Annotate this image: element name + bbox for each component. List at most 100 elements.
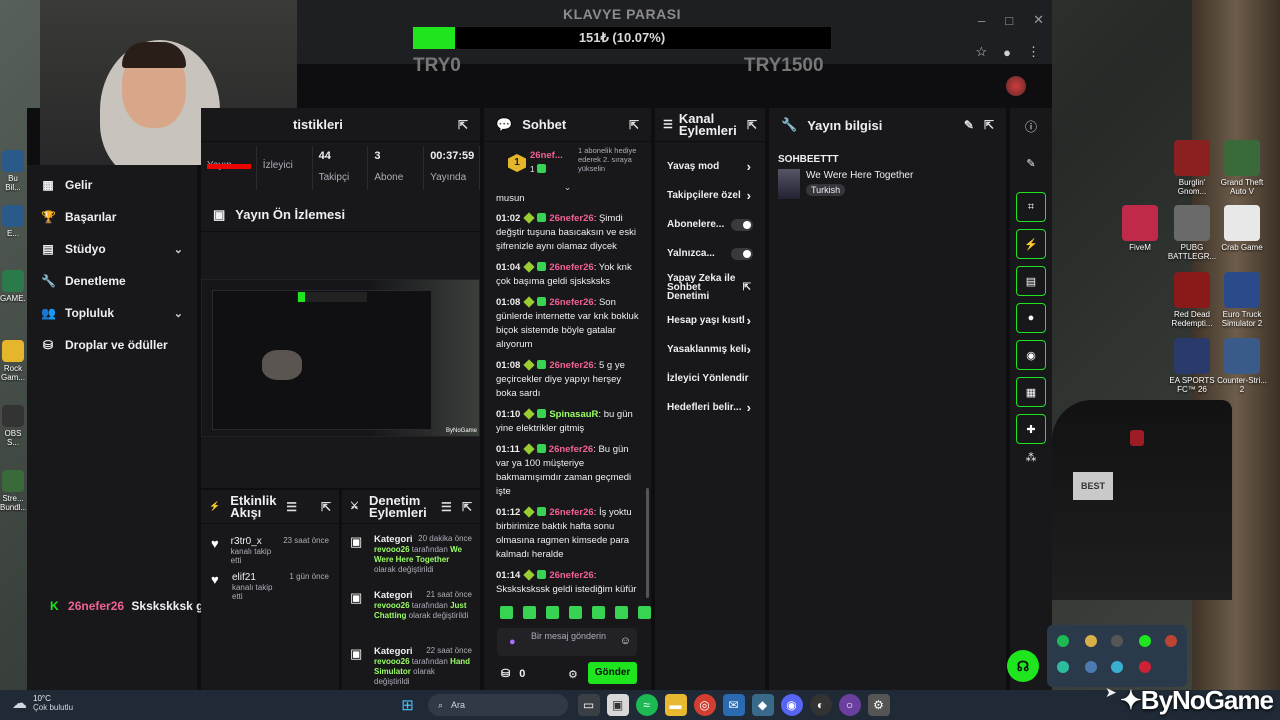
app-icon[interactable]: ◆: [751, 694, 774, 716]
support-headset-icon[interactable]: ☊: [1007, 650, 1039, 682]
users-icon[interactable]: ⁂: [1010, 451, 1052, 464]
message-user[interactable]: 26nefer26: [549, 507, 593, 518]
desktop-shortcut[interactable]: PUBG BATTLEGR...: [1164, 205, 1220, 261]
send-button[interactable]: Gönder: [588, 662, 637, 684]
spotify-icon[interactable]: ≈: [635, 694, 658, 716]
tag-pill[interactable]: Turkish: [806, 184, 846, 196]
discord-icon[interactable]: ◉: [780, 694, 803, 716]
emote-icon[interactable]: [592, 606, 605, 619]
chat-message[interactable]: 01:14 26nefer26: Skskskskssk geldi istedi…: [496, 569, 643, 597]
channel-action-item[interactable]: Yavaş mod ›: [655, 152, 765, 181]
info-icon[interactable]: ⓘ: [1010, 118, 1052, 135]
chat-message[interactable]: 01:08 26nefer26: Son günlerde internette …: [496, 296, 643, 352]
chrome-icon[interactable]: ◎: [693, 694, 716, 716]
app-tray-icon[interactable]: [1165, 635, 1177, 647]
popout-icon[interactable]: ⇱: [747, 118, 757, 132]
emote-icon[interactable]: [638, 606, 651, 619]
desktop-shortcut[interactable]: Stre... Bundl...: [0, 470, 26, 512]
channel-action-item[interactable]: Yalnızca...: [655, 239, 765, 268]
app-tray-icon[interactable]: [1057, 661, 1069, 673]
close-icon[interactable]: ✕: [1033, 12, 1044, 28]
chat-message[interactable]: 01:08 26nefer26: 5 g ye geçircekler diye …: [496, 359, 643, 401]
channel-points[interactable]: ⛁ 0: [501, 667, 525, 680]
chat-message[interactable]: 01:10 SpinasauR: bu gün yine elektrikler …: [496, 408, 643, 436]
mail-icon[interactable]: ✉: [722, 694, 745, 716]
broadcast-icon[interactable]: ◉: [1016, 340, 1046, 370]
wrench-icon[interactable]: ✚: [1016, 414, 1046, 444]
emote-icon[interactable]: [615, 606, 628, 619]
desktop-shortcut[interactable]: Bu Bil...: [0, 150, 26, 192]
settings-icon[interactable]: ⚙: [867, 694, 890, 716]
message-user[interactable]: 26nefer26: [549, 297, 593, 308]
popout-icon[interactable]: ⇱: [321, 500, 331, 514]
chevron-down-icon[interactable]: ⌄: [174, 307, 183, 320]
desktop-shortcut[interactable]: GAME...: [0, 270, 26, 303]
clip-icon[interactable]: ⌗: [1016, 192, 1046, 222]
message-user[interactable]: SpinasauR: [549, 409, 598, 420]
message-user[interactable]: 26nefer26: [549, 360, 593, 371]
desktop-shortcut[interactable]: Crab Game: [1214, 205, 1270, 252]
sidebar-item-denetleme[interactable]: 🔧 Denetleme: [27, 265, 197, 297]
message-user[interactable]: 26nefer26: [549, 570, 593, 581]
chevron-down-icon[interactable]: ⌄: [174, 243, 183, 256]
edit-icon[interactable]: ✎: [1010, 157, 1052, 170]
mod-action-item[interactable]: ▣ Kategori 21 saat önce revooo26 tarafından…: [342, 586, 480, 642]
maximize-icon[interactable]: □: [1005, 13, 1013, 28]
emote-icon[interactable]: [569, 606, 582, 619]
taskview-icon[interactable]: ▭: [577, 694, 600, 716]
sidebar-item-stüdyo[interactable]: ▤ Stüdyo ⌄: [27, 233, 197, 265]
emoji-icon[interactable]: ☺: [620, 635, 631, 647]
folder-icon[interactable]: ▬: [664, 694, 687, 716]
filter-icon[interactable]: ☰: [286, 500, 297, 514]
sidebar-item-başarılar[interactable]: 🏆 Başarılar: [27, 201, 197, 233]
minimize-icon[interactable]: –: [978, 13, 985, 28]
mod-action-item[interactable]: ▣ Kategori 20 dakika önce revooo26 tarafınd…: [342, 530, 480, 586]
stream-preview-video[interactable]: ByNoGame: [201, 279, 480, 437]
lightning-icon[interactable]: ⚡: [1016, 229, 1046, 259]
desktop-shortcut[interactable]: Counter-Stri... 2: [1214, 338, 1270, 394]
app-tray-icon[interactable]: [1111, 635, 1123, 647]
menu-dots-icon[interactable]: ⋮: [1027, 44, 1040, 60]
settings-gear-icon[interactable]: ⚙: [568, 668, 578, 681]
category-name[interactable]: We Were Here Together: [806, 170, 913, 181]
popout-icon[interactable]: ⇱: [984, 118, 994, 132]
toggle-switch[interactable]: [731, 218, 753, 231]
desktop-shortcut[interactable]: E...: [0, 205, 26, 238]
mic-icon[interactable]: ●: [509, 636, 516, 648]
desktop-shortcut[interactable]: Rock Gam...: [0, 340, 26, 382]
app-icon[interactable]: ◐: [809, 694, 832, 716]
desktop-shortcut[interactable]: OBS S...: [0, 405, 26, 447]
steam-tray-icon[interactable]: [1085, 661, 1097, 673]
emote-icon[interactable]: [500, 606, 513, 619]
filter-icon[interactable]: ☰: [441, 500, 452, 514]
message-user[interactable]: 26nefer26: [549, 444, 593, 455]
bookmark-star-icon[interactable]: ☆: [975, 44, 987, 60]
app-tray-icon[interactable]: [1139, 635, 1151, 647]
sidebar-item-gelir[interactable]: ▦ Gelir: [27, 169, 197, 201]
windows-start-icon[interactable]: ⊞: [397, 694, 419, 716]
message-user[interactable]: 26nefer26: [549, 262, 593, 273]
weather-widget[interactable]: ☁ 10°C Çok bulutlu: [12, 694, 73, 712]
chat-message[interactable]: 01:12 26nefer26: İş yoktu birbirimize bak…: [496, 506, 643, 562]
chat-message[interactable]: 01:02 26nefer26: Şimdi değştir tuşuna bas…: [496, 212, 643, 254]
channel-action-item[interactable]: Hedefleri belir... ›: [655, 393, 765, 422]
channel-action-item[interactable]: Yapay Zeka ile Sohbet Denetimi ⇱: [655, 268, 765, 306]
chat-message[interactable]: 01:11 26nefer26: Bu gün var ya 100 müşter…: [496, 443, 643, 499]
message-user[interactable]: 26nefer26: [549, 213, 593, 224]
app-tray-icon[interactable]: [1111, 661, 1123, 673]
event-item[interactable]: ♥ elif21 kanalı takip etti 1 gün önce: [201, 568, 339, 604]
chat-message[interactable]: 01:04 26nefer26: Yok knk çok başıma geldi…: [496, 261, 643, 289]
app-tray-icon[interactable]: [1085, 635, 1097, 647]
spotify-tray-icon[interactable]: [1057, 635, 1069, 647]
desktop-shortcut[interactable]: Grand Theft Auto V: [1214, 140, 1270, 196]
desktop-shortcut[interactable]: Burglin' Gnom...: [1164, 140, 1220, 196]
app-tray-icon[interactable]: [1139, 661, 1151, 673]
user-avatar[interactable]: [1006, 76, 1026, 96]
chat-bubble-icon[interactable]: ●: [1016, 303, 1046, 333]
channel-action-item[interactable]: Takipçilere özel ›: [655, 181, 765, 210]
popout-icon[interactable]: ⇱: [458, 118, 468, 132]
desktop-shortcut[interactable]: Euro Truck Simulator 2: [1214, 272, 1270, 328]
emote-icon[interactable]: [546, 606, 559, 619]
chat-input[interactable]: ● Bir mesaj gönderin ☺: [497, 628, 637, 656]
toggle-switch[interactable]: [731, 247, 753, 260]
